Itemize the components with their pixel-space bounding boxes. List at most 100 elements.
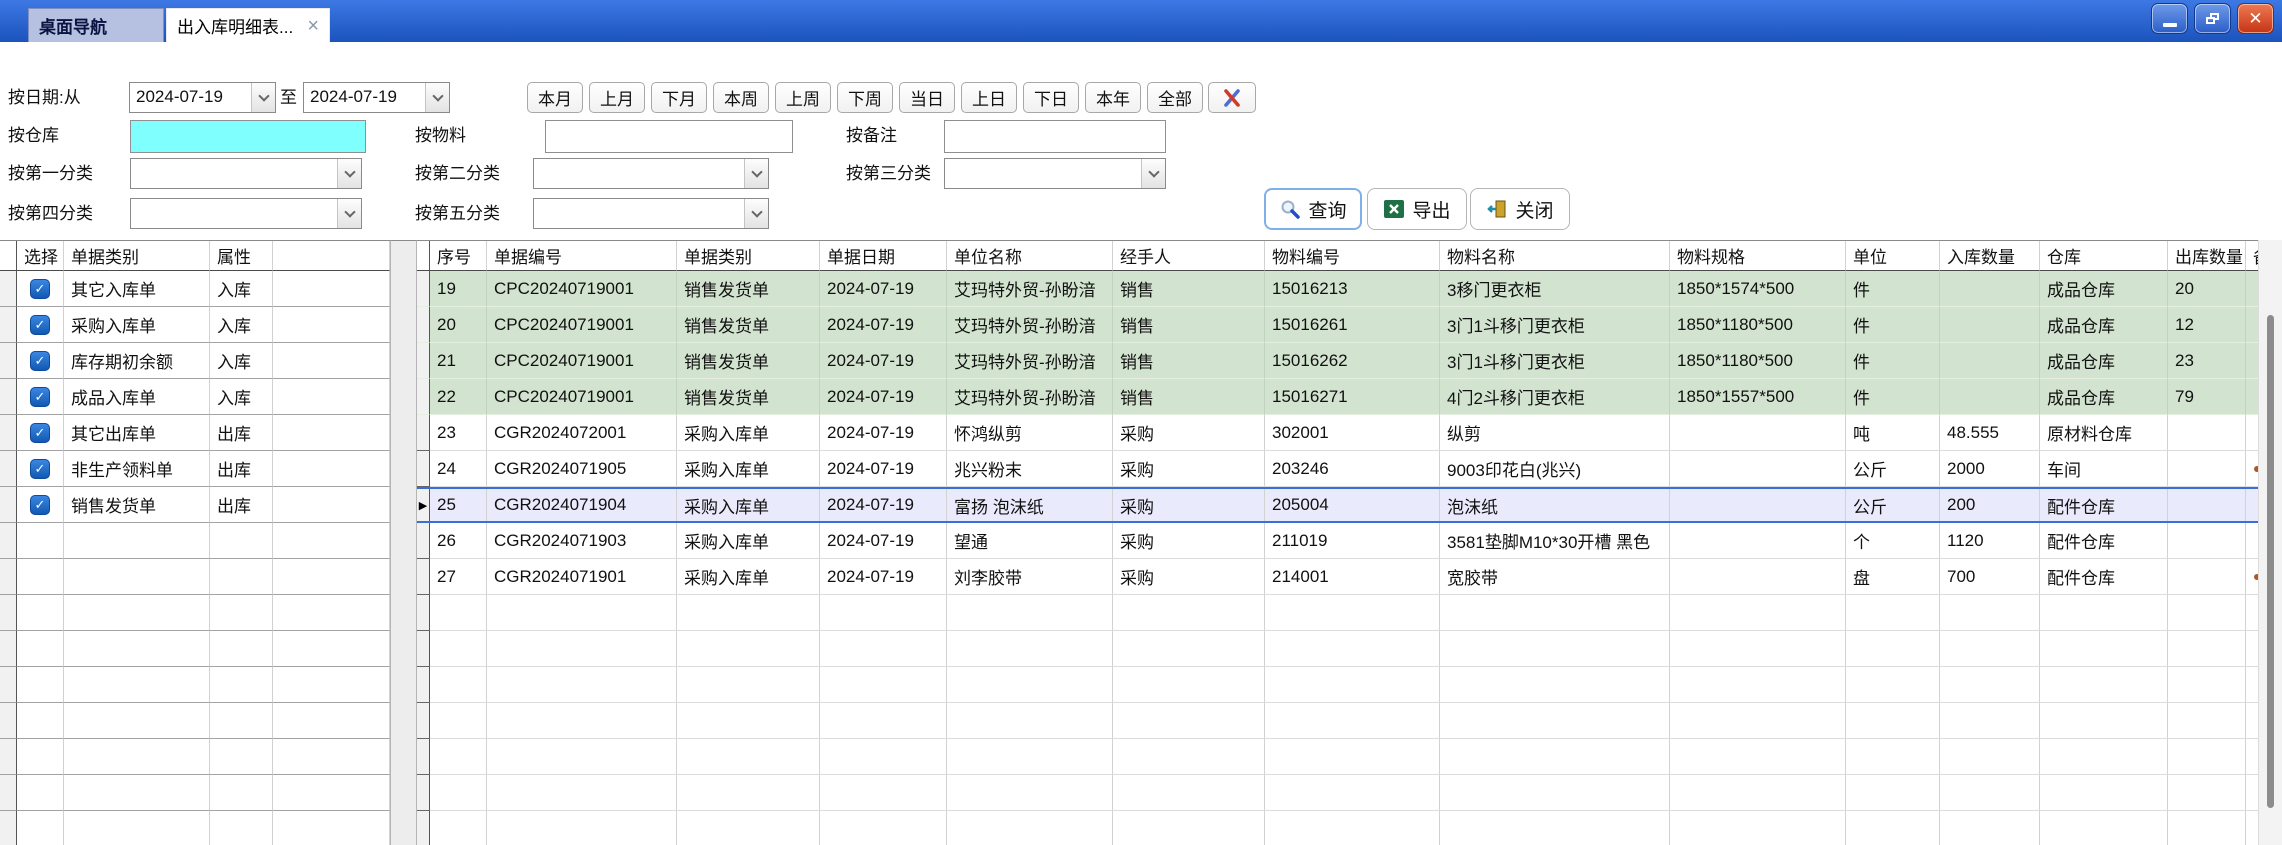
material-filter-input[interactable] [545,120,793,153]
doc-type-row[interactable]: ✓采购入库单入库 [0,307,390,343]
table-row[interactable]: ▶25CGR2024071904采购入库单2024-07-19富扬 泡沫纸采购2… [417,487,2258,523]
doc-type-row[interactable]: ✓其它入库单入库 [0,271,390,307]
doc-type-checkbox[interactable]: ✓ [30,315,50,335]
category3-dropdown[interactable] [944,158,1166,189]
col-header-no[interactable]: 序号 [430,241,487,271]
empty-cell [17,559,64,595]
minimize-button[interactable] [2151,3,2188,34]
cell-material-no: 15016271 [1265,379,1440,415]
quick-range-button-10[interactable]: 全部 [1147,82,1203,113]
close-button[interactable]: ✕ [2237,3,2274,34]
table-row[interactable]: 26CGR2024071903采购入库单2024-07-19望通采购211019… [417,523,2258,559]
date-to-combo[interactable]: 2024-07-19 [303,82,450,113]
vertical-scrollbar[interactable] [2258,240,2282,845]
warehouse-filter-input[interactable] [130,120,366,153]
quick-range-button-4[interactable]: 上周 [775,82,831,113]
cell-unit-name: 艾玛特外贸-孙盼湆 [947,379,1113,415]
col-header-spec[interactable]: 物料规格 [1670,241,1846,271]
empty-cell [487,811,677,845]
category1-dropdown[interactable] [130,158,362,189]
quick-range-button-9[interactable]: 本年 [1085,82,1141,113]
empty-cell [947,595,1113,631]
quick-range-button-7[interactable]: 上日 [961,82,1017,113]
chevron-down-icon[interactable] [1141,159,1165,188]
doc-type-row[interactable]: ✓非生产领料单出库 [0,451,390,487]
tab-inout-detail-report[interactable]: 出入库明细表... × [166,8,330,42]
col-header-unit-name[interactable]: 单位名称 [947,241,1113,271]
table-row[interactable]: 20CPC20240719001销售发货单2024-07-19艾玛特外贸-孙盼湆… [417,307,2258,343]
doc-type-row[interactable]: ✓其它出库单出库 [0,415,390,451]
cell-material-name: 纵剪 [1440,415,1670,451]
col-header-handler[interactable]: 经手人 [1113,241,1265,271]
table-row[interactable]: 21CPC20240719001销售发货单2024-07-19艾玛特外贸-孙盼湆… [417,343,2258,379]
table-row[interactable]: 22CPC20240719001销售发货单2024-07-19艾玛特外贸-孙盼湆… [417,379,2258,415]
empty-cell [1265,667,1440,703]
quick-range-button-1[interactable]: 上月 [589,82,645,113]
date-from-combo[interactable]: 2024-07-19 [129,82,276,113]
doc-type-checkbox[interactable]: ✓ [30,423,50,443]
clear-icon [1221,87,1243,109]
quick-range-button-2[interactable]: 下月 [651,82,707,113]
category4-dropdown[interactable] [130,198,362,229]
table-row[interactable]: 24CGR2024071905采购入库单2024-07-19兆兴粉末采购2032… [417,451,2258,487]
scrollbar-thumb[interactable] [2267,315,2274,808]
doc-type-checkbox[interactable]: ✓ [30,459,50,479]
col-header-select[interactable]: 选择 [17,241,64,271]
panel-splitter[interactable] [390,240,417,845]
table-row[interactable]: 27CGR2024071901采购入库单2024-07-19刘李胶带采购2140… [417,559,2258,595]
doc-type-checkbox[interactable]: ✓ [30,387,50,407]
quick-range-button-3[interactable]: 本周 [713,82,769,113]
category5-dropdown[interactable] [533,198,769,229]
query-button-label: 查询 [1308,196,1346,223]
chevron-down-icon[interactable] [744,199,768,228]
quick-range-button-0[interactable]: 本月 [527,82,583,113]
empty-cell [17,775,64,811]
col-header-doc-type[interactable]: 单据类别 [64,241,210,271]
doc-type-checkbox[interactable]: ✓ [30,495,50,515]
quick-range-button-6[interactable]: 当日 [899,82,955,113]
tab-desktop-navigation[interactable]: 桌面导航 [28,8,164,42]
blank-cell [273,271,390,307]
doc-type-row[interactable]: ✓成品入库单入库 [0,379,390,415]
query-button[interactable]: 查询 [1264,188,1362,230]
col-header-warehouse[interactable]: 仓库 [2040,241,2168,271]
chevron-down-icon[interactable] [251,83,275,112]
tab-close-icon[interactable]: × [307,16,319,36]
chevron-down-icon[interactable] [425,83,449,112]
remark-filter-input[interactable] [944,120,1166,153]
cell-no: 22 [430,379,487,415]
table-row[interactable]: 19CPC20240719001销售发货单2024-07-19艾玛特外贸-孙盼湆… [417,271,2258,307]
category2-dropdown[interactable] [533,158,769,189]
empty-cell [210,739,273,775]
export-button[interactable]: 导出 [1367,188,1467,230]
col-header-out-qty[interactable]: 出库数量 [2168,241,2246,271]
doc-type-checkbox[interactable]: ✓ [30,351,50,371]
cell-material-name: 宽胶带 [1440,559,1670,595]
cell-spec: 1850*1180*500 [1670,307,1846,343]
doc-type-row[interactable]: ✓销售发货单出库 [0,487,390,523]
col-header-remark[interactable]: 备注 [2246,241,2258,271]
door-icon [1486,198,1508,220]
clear-filter-button[interactable] [1208,82,1256,113]
col-header-doc-type[interactable]: 单据类别 [677,241,820,271]
restore-button[interactable] [2194,3,2231,34]
col-header-attribute[interactable]: 属性 [210,241,273,271]
chevron-down-icon[interactable] [337,199,361,228]
chevron-down-icon[interactable] [744,159,768,188]
col-header-material-name[interactable]: 物料名称 [1440,241,1670,271]
close-report-button[interactable]: 关闭 [1470,188,1570,230]
col-header-doc-no[interactable]: 单据编号 [487,241,677,271]
doc-type-checkbox[interactable]: ✓ [30,279,50,299]
cell-in-qty: 48.555 [1940,415,2040,451]
col-header-doc-date[interactable]: 单据日期 [820,241,947,271]
doc-type-row[interactable]: ✓库存期初余额入库 [0,343,390,379]
chevron-down-icon[interactable] [337,159,361,188]
col-header-in-qty[interactable]: 入库数量 [1940,241,2040,271]
table-row[interactable]: 23CGR2024072001采购入库单2024-07-19怀鸿纵剪采购3020… [417,415,2258,451]
empty-cell [1846,631,1940,667]
empty-cell [487,739,677,775]
quick-range-button-5[interactable]: 下周 [837,82,893,113]
col-header-material-no[interactable]: 物料编号 [1265,241,1440,271]
quick-range-button-8[interactable]: 下日 [1023,82,1079,113]
col-header-uom[interactable]: 单位 [1846,241,1940,271]
